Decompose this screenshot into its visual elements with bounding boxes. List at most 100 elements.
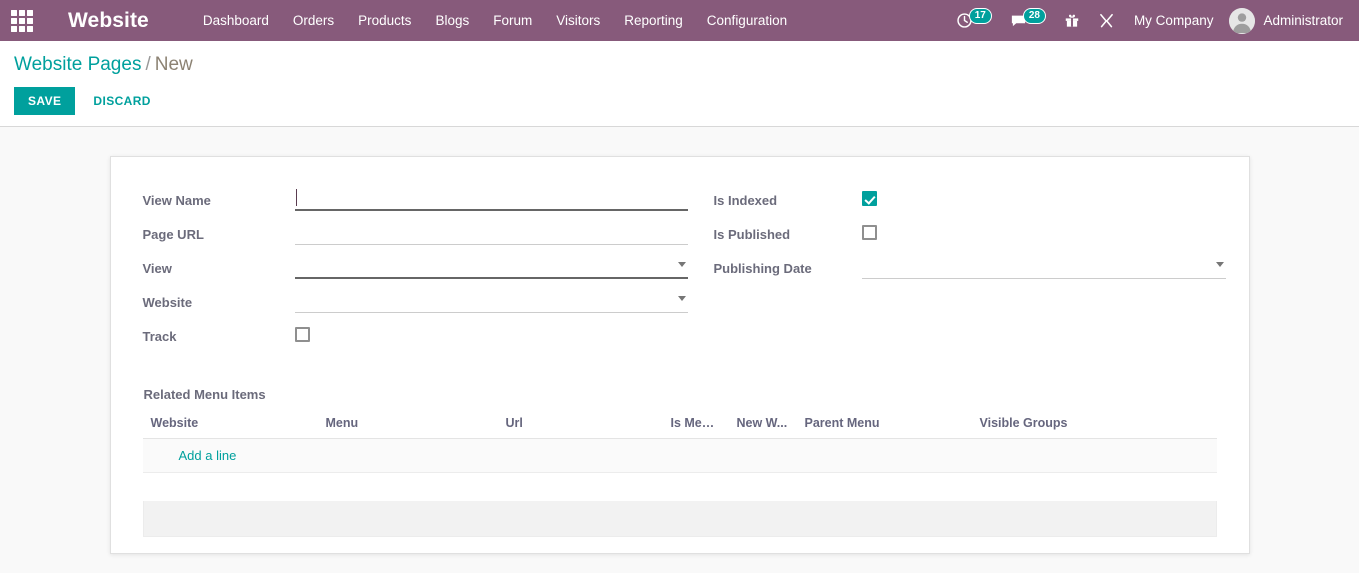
- breadcrumb-current: New: [154, 54, 193, 75]
- field-label-track: Track: [142, 329, 177, 344]
- field-label-website: Website: [142, 295, 193, 310]
- gift-menu[interactable]: [1055, 0, 1089, 41]
- publishing-date-input[interactable]: [861, 255, 1226, 279]
- systray: 17 28 My Company Administrator: [947, 0, 1359, 41]
- apps-grid-cell: [11, 17, 17, 24]
- field-label-is-published: Is Published: [713, 227, 791, 242]
- field-label-view: View: [142, 261, 172, 276]
- related-menu-items-title: Related Menu Items: [143, 387, 266, 402]
- menu-item-forum[interactable]: Forum: [481, 0, 544, 41]
- column-header-is-mega-menu[interactable]: Is Mega ...: [662, 412, 729, 439]
- add-line-row: Add a line: [142, 438, 1217, 473]
- publishing-date-select-wrap: [861, 255, 1226, 279]
- field-page-url: Page URL: [143, 221, 688, 249]
- menu-item-visitors[interactable]: Visitors: [544, 0, 612, 41]
- apps-grid-cell: [19, 9, 25, 16]
- field-control-is-published: [861, 221, 1226, 245]
- app-brand-website[interactable]: Website: [68, 9, 149, 33]
- table-header: Website Menu Url Is Mega ... New W... Pa…: [142, 412, 1217, 439]
- user-avatar-icon: [1229, 7, 1256, 34]
- field-is-indexed: Is Indexed: [714, 187, 1226, 215]
- field-label-page-url: Page URL: [142, 227, 204, 242]
- field-track: Track: [143, 323, 688, 351]
- field-control-view-name: [294, 187, 688, 211]
- activities-menu[interactable]: 17: [947, 0, 1001, 41]
- page-url-input[interactable]: [294, 221, 688, 245]
- view-select-wrap: [294, 255, 688, 279]
- view-name-input[interactable]: [294, 187, 688, 211]
- tools-menu[interactable]: [1089, 0, 1124, 41]
- messages-menu[interactable]: 28: [1001, 0, 1055, 41]
- user-menu[interactable]: Administrator: [1223, 0, 1351, 41]
- apps-grid-cell: [11, 9, 17, 16]
- related-menu-items-table: Website Menu Url Is Mega ... New W... Pa…: [142, 412, 1217, 473]
- menu-item-orders[interactable]: Orders: [281, 0, 346, 41]
- breadcrumb-separator: /: [145, 54, 151, 75]
- add-line-cell: Add a line: [142, 438, 1217, 473]
- main-menu: Dashboard Orders Products Blogs Forum Vi…: [191, 0, 799, 41]
- table-body: Add a line: [142, 438, 1217, 473]
- is-published-checkbox[interactable]: [861, 225, 877, 240]
- user-name-label: Administrator: [1263, 13, 1343, 28]
- field-is-published: Is Published: [714, 221, 1226, 249]
- sheet-background: View Name Page URL View Website Track Is…: [0, 127, 1359, 573]
- text-cursor: [295, 189, 297, 206]
- form-column-left: View Name Page URL View Website Track: [143, 187, 688, 357]
- form-sheet: View Name Page URL View Website Track Is…: [109, 156, 1250, 554]
- apps-grid-cell: [27, 25, 33, 32]
- breadcrumb: Website Pages / New: [0, 53, 1359, 77]
- menu-item-reporting[interactable]: Reporting: [612, 0, 695, 41]
- control-panel: Website Pages / New SAVE DISCARD: [0, 41, 1359, 127]
- activities-count-badge: 17: [968, 8, 992, 24]
- field-website: Website: [143, 289, 688, 317]
- view-select-input[interactable]: [294, 255, 688, 279]
- track-checkbox[interactable]: [294, 327, 310, 342]
- column-header-url[interactable]: Url: [497, 412, 663, 439]
- avatar: [1229, 7, 1256, 34]
- column-header-new-window[interactable]: New W...: [728, 412, 797, 439]
- menu-item-dashboard[interactable]: Dashboard: [191, 0, 281, 41]
- field-view-name: View Name: [143, 187, 688, 215]
- field-control-is-indexed: [861, 187, 1226, 211]
- column-header-visible-groups[interactable]: Visible Groups: [971, 412, 1217, 439]
- apps-grid-cell: [19, 17, 25, 24]
- is-indexed-checkbox[interactable]: [861, 191, 877, 206]
- form-column-right: Is Indexed Is Published Publishing Date: [714, 187, 1226, 289]
- field-control-view: [294, 255, 688, 279]
- apps-grid-cell: [19, 25, 25, 32]
- top-navbar: Website Dashboard Orders Products Blogs …: [0, 0, 1359, 41]
- field-control-website: [294, 289, 688, 313]
- menu-item-products[interactable]: Products: [346, 0, 423, 41]
- table-header-row: Website Menu Url Is Mega ... New W... Pa…: [142, 412, 1217, 439]
- apps-grid-cell: [27, 9, 33, 16]
- apps-grid-cell: [27, 17, 33, 24]
- apps-grid-cell: [11, 25, 17, 32]
- breadcrumb-parent-link[interactable]: Website Pages: [14, 54, 141, 75]
- field-control-page-url: [294, 221, 688, 245]
- add-a-line-link[interactable]: Add a line: [151, 448, 237, 463]
- tools-wrench-icon: [1100, 13, 1113, 28]
- field-control-track: [294, 323, 688, 347]
- menu-item-blogs[interactable]: Blogs: [423, 0, 481, 41]
- save-button[interactable]: SAVE: [14, 87, 76, 115]
- gift-icon: [1065, 14, 1079, 27]
- website-select-input[interactable]: [294, 289, 688, 313]
- column-header-menu[interactable]: Menu: [317, 412, 498, 439]
- field-view: View: [143, 255, 688, 283]
- column-header-parent-menu[interactable]: Parent Menu: [796, 412, 972, 439]
- field-control-publishing-date: [861, 255, 1226, 279]
- form-columns: View Name Page URL View Website Track Is…: [143, 187, 1226, 357]
- apps-grid-icon[interactable]: [11, 9, 33, 32]
- related-menu-items-section: Related Menu Items Website Menu Url Is M…: [142, 387, 1217, 537]
- control-panel-buttons: SAVE DISCARD: [0, 87, 1359, 115]
- field-publishing-date: Publishing Date: [714, 255, 1226, 283]
- field-label-is-indexed: Is Indexed: [713, 193, 778, 208]
- company-switcher[interactable]: My Company: [1124, 0, 1224, 41]
- field-label-publishing-date: Publishing Date: [713, 261, 812, 276]
- discard-button[interactable]: DISCARD: [81, 87, 162, 115]
- field-label-view-name: View Name: [142, 193, 211, 208]
- column-header-website[interactable]: Website: [142, 412, 318, 439]
- menu-item-configuration[interactable]: Configuration: [695, 0, 799, 41]
- messages-count-badge: 28: [1022, 8, 1046, 24]
- website-select-wrap: [294, 289, 688, 313]
